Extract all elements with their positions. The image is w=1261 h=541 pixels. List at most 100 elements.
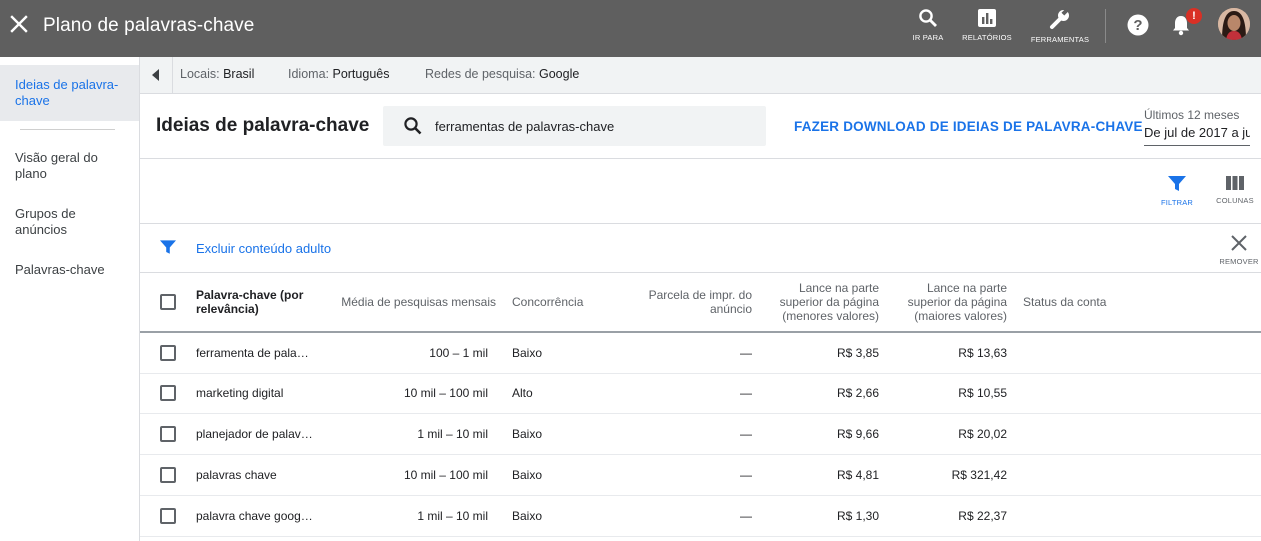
impression-share-cell: — — [740, 386, 752, 400]
tools-button[interactable]: FERRAMENTAS — [1025, 8, 1095, 44]
search-network-label: Redes de pesquisa: — [425, 67, 536, 81]
keyword-cell: palavra chave goog… — [196, 509, 313, 523]
monthly-searches-cell: 1 mil – 10 mil — [417, 427, 488, 441]
sidebar-item-ad-groups[interactable]: Grupos de anúncios — [0, 206, 139, 238]
filter-label: FILTRAR — [1160, 198, 1194, 207]
reports-button[interactable]: RELATÓRIOS — [952, 8, 1022, 42]
impression-share-cell: — — [740, 509, 752, 523]
tools-label: FERRAMENTAS — [1030, 35, 1090, 44]
notification-badge: ! — [1186, 8, 1202, 24]
column-header-bid-low[interactable]: Lance na parte superior da página (menor… — [774, 281, 879, 323]
remove-filter-button[interactable]: REMOVER — [1218, 235, 1260, 266]
avatar[interactable] — [1218, 8, 1250, 40]
page-title: Plano de palavras-chave — [43, 15, 255, 36]
row-divider — [140, 373, 1261, 374]
column-header-impression-share[interactable]: Parcela de impr. do anúncio — [630, 288, 752, 316]
column-header-account-status[interactable]: Status da conta — [1023, 295, 1143, 309]
competition-cell: Baixo — [512, 468, 543, 482]
search-network-filter[interactable]: Redes de pesquisa: Google — [425, 67, 579, 81]
filter-bar: Locais: Brasil Idioma: Português Redes d… — [140, 57, 1261, 94]
columns-label: COLUNAS — [1216, 196, 1254, 205]
top-app-bar: Plano de palavras-chave IR PARA RELATÓRI… — [0, 0, 1261, 57]
svg-text:?: ? — [1133, 17, 1142, 34]
competition-cell: Baixo — [512, 427, 543, 441]
date-range-selector[interactable]: De jul de 2017 a ju — [1144, 125, 1250, 146]
search-icon — [404, 117, 422, 135]
locations-value: Brasil — [223, 67, 255, 81]
row-checkbox[interactable] — [160, 345, 176, 361]
search-network-value: Google — [538, 67, 580, 81]
reports-label: RELATÓRIOS — [962, 33, 1012, 42]
competition-cell: Alto — [512, 386, 533, 400]
keyword-cell: ferramenta de pala… — [196, 346, 309, 360]
wrench-icon — [1050, 8, 1069, 29]
competition-cell: Baixo — [512, 346, 543, 360]
row-divider — [140, 536, 1261, 537]
language-filter[interactable]: Idioma: Português — [288, 67, 389, 81]
keyword-search-input[interactable] — [435, 116, 755, 136]
collapse-sidebar-icon[interactable] — [140, 57, 172, 93]
bid-high-cell: R$ 20,02 — [958, 427, 1007, 441]
sidebar-item-keywords[interactable]: Palavras-chave — [0, 262, 139, 278]
row-checkbox[interactable] — [160, 426, 176, 442]
download-keyword-ideas-link[interactable]: FAZER DOWNLOAD DE IDEIAS DE PALAVRA-CHAV… — [794, 119, 1143, 134]
bid-low-cell: R$ 4,81 — [836, 468, 879, 482]
monthly-searches-cell: 1 mil – 10 mil — [417, 509, 488, 523]
close-icon[interactable] — [10, 15, 28, 33]
bid-high-cell: R$ 321,42 — [951, 468, 1007, 482]
column-header-bid-high[interactable]: Lance na parte superior da página (maior… — [900, 281, 1007, 323]
locations-label: Locais: — [180, 67, 220, 81]
sidebar-divider — [20, 129, 115, 130]
bid-high-cell: R$ 13,63 — [958, 346, 1007, 360]
adult-content-filter-chip[interactable]: Excluir conteúdo adulto — [196, 241, 331, 256]
select-all-checkbox[interactable] — [160, 294, 176, 310]
bid-low-cell: R$ 9,66 — [836, 427, 879, 441]
keyword-cell: marketing digital — [196, 386, 284, 400]
sidebar-item-plan-overview[interactable]: Visão geral do plano — [0, 150, 139, 182]
columns-icon — [1226, 176, 1244, 190]
column-header-monthly-searches[interactable]: Média de pesquisas mensais — [330, 295, 496, 309]
help-icon[interactable]: ? — [1127, 14, 1149, 36]
keyword-search-box[interactable] — [383, 106, 766, 146]
sidebar: Ideias de palavra-chave Visão geral do p… — [0, 57, 140, 541]
locations-filter[interactable]: Locais: Brasil — [180, 67, 254, 81]
column-header-competition[interactable]: Concorrência — [512, 295, 612, 309]
monthly-searches-cell: 10 mil – 100 mil — [403, 468, 488, 482]
keyword-cell: palavras chave — [196, 468, 277, 482]
language-label: Idioma: — [288, 67, 329, 81]
monthly-searches-cell: 100 – 1 mil — [429, 346, 488, 360]
user-avatar-icon — [1218, 8, 1250, 40]
bid-high-cell: R$ 22,37 — [958, 509, 1007, 523]
filter-funnel-icon — [1168, 176, 1186, 191]
bid-low-cell: R$ 1,30 — [836, 509, 879, 523]
bid-low-cell: R$ 2,66 — [836, 386, 879, 400]
row-divider — [140, 413, 1261, 414]
competition-cell: Baixo — [512, 509, 543, 523]
close-icon — [1231, 235, 1247, 251]
table-header-border — [140, 331, 1261, 333]
row-divider — [140, 454, 1261, 455]
bar-chart-icon — [978, 9, 996, 27]
keyword-cell: planejador de palav… — [196, 427, 313, 441]
filter-button[interactable]: FILTRAR — [1152, 176, 1202, 207]
language-value: Português — [332, 67, 390, 81]
bid-low-cell: R$ 3,85 — [836, 346, 879, 360]
row-divider — [140, 495, 1261, 496]
section-title: Ideias de palavra-chave — [156, 115, 370, 136]
date-range-caption: Últimos 12 meses — [1144, 108, 1240, 122]
row-checkbox[interactable] — [160, 467, 176, 483]
header-divider — [140, 158, 1261, 159]
toolbar-divider — [1105, 9, 1106, 43]
row-checkbox[interactable] — [160, 385, 176, 401]
columns-button[interactable]: COLUNAS — [1210, 176, 1260, 205]
remove-label: REMOVER — [1219, 257, 1259, 266]
bid-high-cell: R$ 10,55 — [958, 386, 1007, 400]
impression-share-cell: — — [740, 468, 752, 482]
sidebar-item-keyword-ideas[interactable]: Ideias de palavra-chave — [0, 65, 139, 121]
impression-share-cell: — — [740, 427, 752, 441]
impression-share-cell: — — [740, 346, 752, 360]
column-header-keyword[interactable]: Palavra-chave (por relevância) — [196, 288, 316, 316]
filter-row-divider — [140, 272, 1261, 273]
row-checkbox[interactable] — [160, 508, 176, 524]
tools-divider — [140, 223, 1261, 224]
